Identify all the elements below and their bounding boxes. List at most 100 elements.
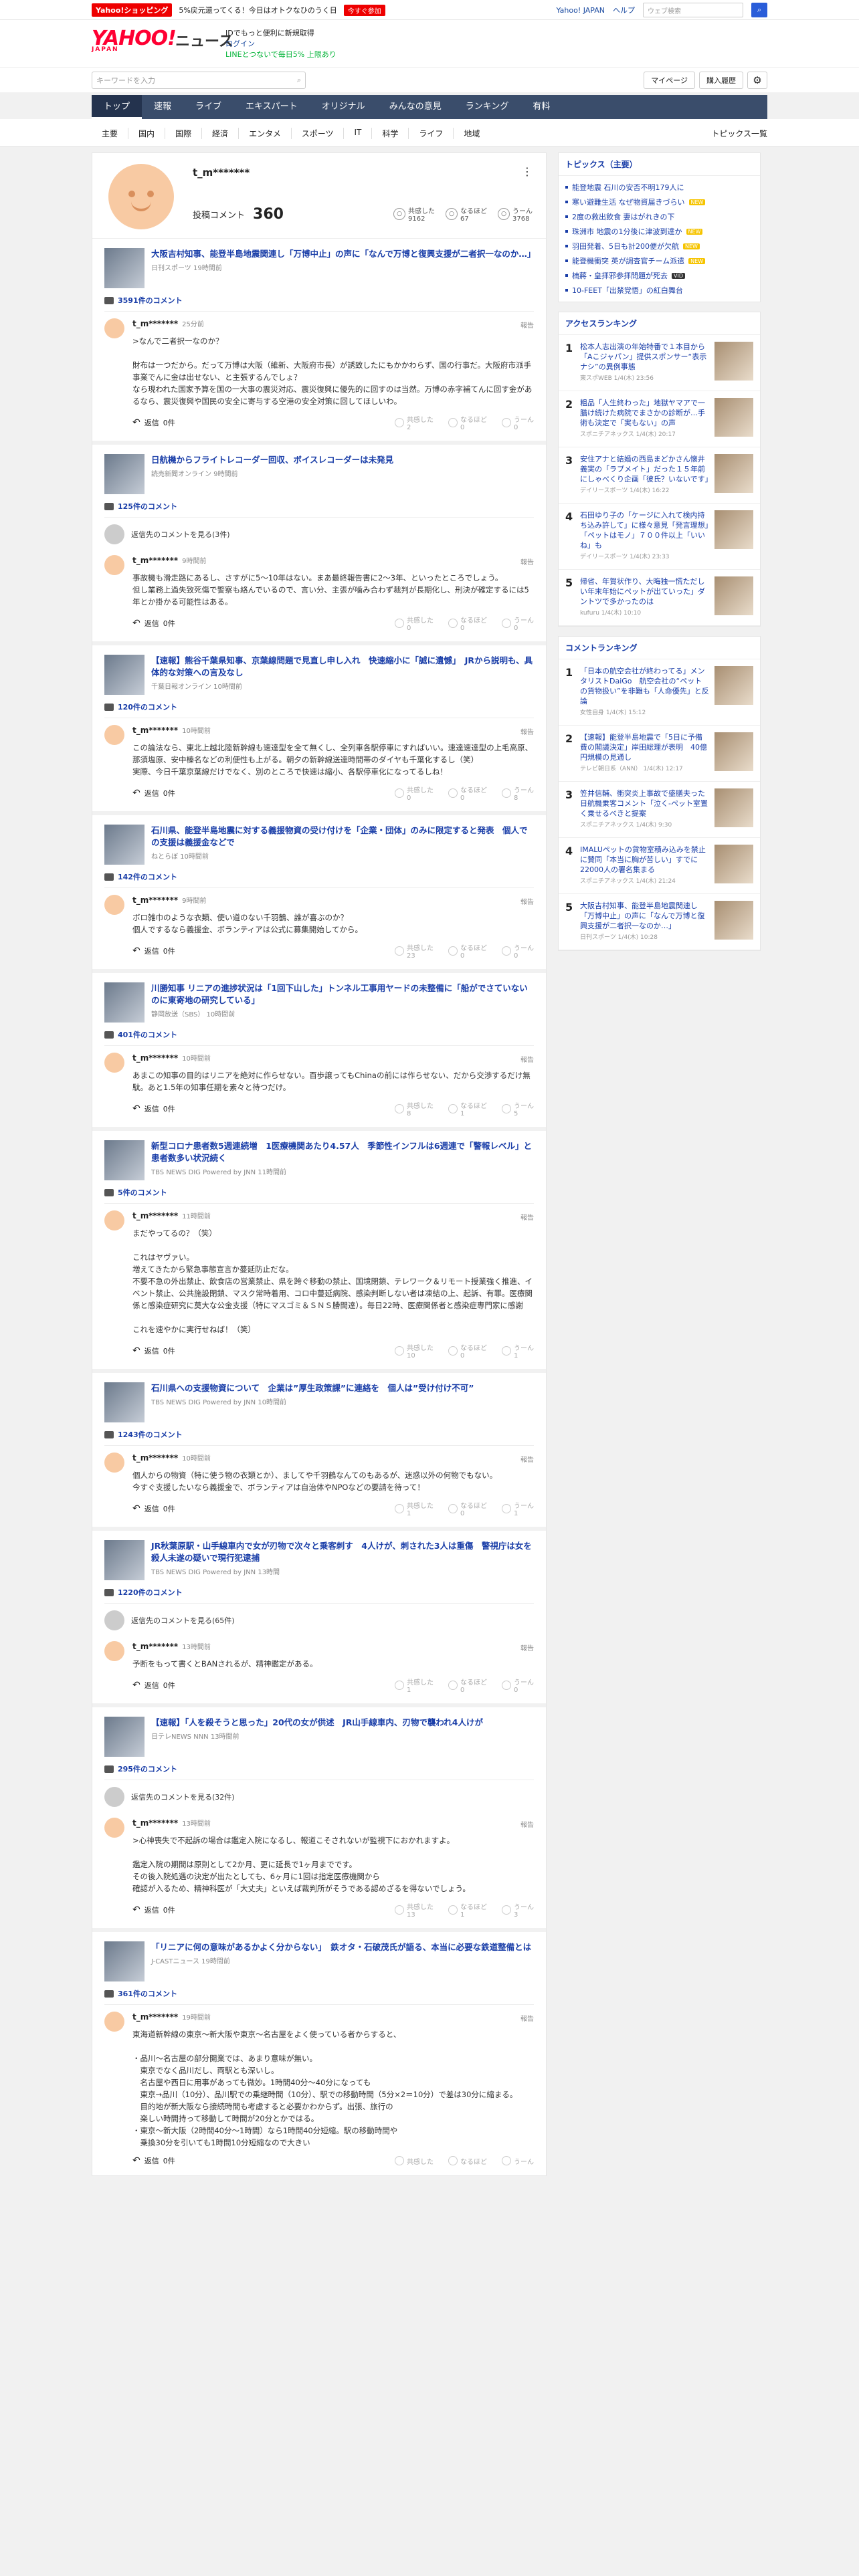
rank-title[interactable]: 「日本の航空会社が終わってる」メンタリストDaiGo 航空会社の“ペットの貨物扱… xyxy=(580,666,709,706)
comment-count-text[interactable]: 1220件のコメント xyxy=(118,1587,183,1598)
report-link[interactable]: 報告 xyxy=(520,1054,534,1064)
reply-button[interactable]: ↶ 返信 0件 xyxy=(132,946,175,956)
category-tab-1[interactable]: 国内 xyxy=(128,127,166,139)
id-register-link[interactable]: IDでもっと便利に新規取得 xyxy=(225,28,337,39)
topic-item[interactable]: 2度の救出飲食 妻はがれきの下 xyxy=(559,209,760,224)
comment-count-text[interactable]: 1243件のコメント xyxy=(118,1429,183,1440)
rank-title[interactable]: 石田ゆり子の「ケージに入れて検内持ち込み許して」に様々意見「発言理想」「ペットは… xyxy=(580,510,709,550)
category-tab-3[interactable]: 経済 xyxy=(202,127,240,139)
rank-title[interactable]: 【速報】能登半島地震で「5日に予備費の閣議決定」岸田総理が表明 40億円規模の見… xyxy=(580,732,709,762)
comment-count-link[interactable]: 3591件のコメント xyxy=(104,295,534,312)
topic-title[interactable]: 2度の救出飲食 妻はがれきの下 xyxy=(572,211,675,222)
reply-parent-text[interactable]: 返信先のコメントを見る(65件) xyxy=(131,1615,235,1626)
nav-tab-5[interactable]: みんなの意見 xyxy=(377,95,454,119)
reply-parent-link[interactable]: 返信先のコメントを見る(65件) xyxy=(104,1604,534,1634)
article-thumbnail[interactable] xyxy=(104,1540,145,1580)
topic-title[interactable]: 羽田発着、5日も計200便が欠航 xyxy=(572,241,679,251)
yahoo-logo[interactable]: YAHOO! JAPAN xyxy=(92,27,177,53)
ranking-item[interactable]: 2 粗品「人生終わった」地獄ヤマアで一膳け続けた病院でまさかの診断が…手術も決定で… xyxy=(559,391,760,447)
mypage-button[interactable]: マイページ xyxy=(644,72,695,89)
vote-button[interactable]: うーん 0 xyxy=(502,414,534,431)
topic-title[interactable]: 珠洲市 地震の1分後に津波到達か xyxy=(572,226,682,237)
login-link[interactable]: ログイン xyxy=(225,39,337,49)
report-link[interactable]: 報告 xyxy=(520,556,534,566)
topic-item[interactable]: 能登地震 石川の安否不明179人に xyxy=(559,180,760,195)
rank-thumbnail[interactable] xyxy=(714,732,753,771)
rank-thumbnail[interactable] xyxy=(714,576,753,615)
nav-tab-4[interactable]: オリジナル xyxy=(310,95,377,119)
article-header[interactable]: JR秋葉原駅・山手線車内で女が刃物で次々と乗客刺す 4人けが、刺された3人は重傷… xyxy=(104,1540,534,1580)
vote-button[interactable]: うーん 5 xyxy=(502,1100,534,1117)
promo-text[interactable]: 5%戻元還ってくる！今日はオトクなひのうく日 xyxy=(179,5,337,15)
vote-button[interactable]: うーん 0 xyxy=(502,1677,534,1694)
article-header[interactable]: 石川県への支援物資について 企業は”厚生政策課”に連絡を 個人は”受け付け不可”… xyxy=(104,1382,534,1422)
rank-thumbnail[interactable] xyxy=(714,510,753,549)
topic-item[interactable]: 珠洲市 地震の1分後に津波到達か NEW xyxy=(559,224,760,239)
topic-title[interactable]: 寒い避難生活 なぜ物資届きづらい xyxy=(572,197,685,207)
rank-thumbnail[interactable] xyxy=(714,342,753,381)
rank-thumbnail[interactable] xyxy=(714,398,753,437)
ranking-item[interactable]: 1 「日本の航空会社が終わってる」メンタリストDaiGo 航空会社の“ペットの貨物… xyxy=(559,659,760,726)
vote-button[interactable]: うーん xyxy=(502,2156,534,2166)
vote-button[interactable]: 共感した 23 xyxy=(395,942,434,960)
article-header[interactable]: 川勝知事 リニアの進捗状況は「1回下山した」トンネル工事用ヤードの未整備に「船が… xyxy=(104,982,534,1023)
comment-count-link[interactable]: 401件のコメント xyxy=(104,1029,534,1046)
topic-title[interactable]: 能登機衝突 英が調査官チーム派遣 xyxy=(572,255,684,266)
shopping-logo[interactable]: Yahoo!ショッピング xyxy=(92,3,173,17)
rank-thumbnail[interactable] xyxy=(714,901,753,940)
vote-button[interactable]: 共感した 10 xyxy=(395,1342,434,1360)
rank-title[interactable]: 帰省、年賀状作り、大晦独一慌ただしい年末年始にペットが出ていった」ダントツで多か… xyxy=(580,576,709,607)
ranking-item[interactable]: 5 大阪吉村知事、能登半島地震関連し「万博中止」の声に「なんで万博と復興支援が二者… xyxy=(559,894,760,950)
rank-title[interactable]: 松本人志出演の年始特番で１本目から「Aこジャパン」提供スポンサー“表示ナシ”の異… xyxy=(580,342,709,372)
topic-title[interactable]: 10-FEET「出禁覚悟」の紅白舞台 xyxy=(572,285,683,296)
rank-thumbnail[interactable] xyxy=(714,788,753,827)
keyword-search-input[interactable]: キーワードを入力 ⌕ xyxy=(92,72,306,89)
article-header[interactable]: 【速報】熊谷千葉県知事、京葉線問題で見直し申し入れ 快速縮小に「誠に遺憾」 JR… xyxy=(104,655,534,695)
comment-count-link[interactable]: 361件のコメント xyxy=(104,1988,534,2005)
article-title[interactable]: 大阪吉村知事、能登半島地震関連し「万博中止」の声に「なんで万博と復興支援が二者択… xyxy=(151,248,535,260)
article-title[interactable]: 石川県、能登半島地震に対する義援物資の受け付けを「企業・団体」のみに限定すると発… xyxy=(151,825,534,849)
rank-thumbnail[interactable] xyxy=(714,666,753,705)
comment-count-link[interactable]: 142件のコメント xyxy=(104,871,534,888)
topic-item[interactable]: 寒い避難生活 なぜ物資届きづらい NEW xyxy=(559,195,760,209)
web-search-button[interactable]: ⌕ xyxy=(751,3,767,17)
reply-parent-link[interactable]: 返信先のコメントを見る(3件) xyxy=(104,518,534,548)
rank-thumbnail[interactable] xyxy=(714,454,753,493)
report-link[interactable]: 報告 xyxy=(520,2013,534,2023)
article-thumbnail[interactable] xyxy=(104,1382,145,1422)
comment-count-text[interactable]: 401件のコメント xyxy=(118,1029,177,1040)
article-thumbnail[interactable] xyxy=(104,825,145,865)
comment-count-text[interactable]: 120件のコメント xyxy=(118,702,177,712)
comment-count-link[interactable]: 1220件のコメント xyxy=(104,1587,534,1604)
report-link[interactable]: 報告 xyxy=(520,1642,534,1652)
topic-item[interactable]: 羽田発着、5日も計200便が欠航 NEW xyxy=(559,239,760,253)
comment-count-link[interactable]: 1243件のコメント xyxy=(104,1429,534,1446)
ranking-item[interactable]: 3 笠井信輔、衝突炎上事故で盛膳夫った日航機乗客コメント「泣く-ペット室置く乗せる… xyxy=(559,782,760,838)
article-header[interactable]: 石川県、能登半島地震に対する義援物資の受け付けを「企業・団体」のみに限定すると発… xyxy=(104,825,534,865)
ranking-item[interactable]: 3 安住アナと結婚の西島まどかさん懐井義実の「ラプメイト」だった１５年前にしゃべく… xyxy=(559,447,760,504)
vote-button[interactable]: なるほど 0 xyxy=(448,414,487,431)
report-link[interactable]: 報告 xyxy=(520,320,534,330)
rank-title[interactable]: 安住アナと結婚の西島まどかさん懐井義実の「ラプメイト」だった１５年前にしゃべくり… xyxy=(580,454,712,484)
vote-button[interactable]: うーん 1 xyxy=(502,1500,534,1517)
promo-badge[interactable]: 今すぐ参加 xyxy=(343,4,385,16)
article-header[interactable]: 新型コロナ患者数5週連続増 1医療機関あたり4.57人 季節性インフルは6週連で… xyxy=(104,1140,534,1180)
rank-title[interactable]: 大阪吉村知事、能登半島地震関連し「万博中止」の声に「なんで万博と復興支援が二者択… xyxy=(580,901,709,931)
article-thumbnail[interactable] xyxy=(104,454,145,494)
vote-button[interactable]: 共感した 1 xyxy=(395,1500,434,1517)
vote-button[interactable]: 共感した 1 xyxy=(395,1677,434,1694)
category-tab-8[interactable]: ライフ xyxy=(409,127,454,139)
report-link[interactable]: 報告 xyxy=(520,896,534,906)
article-thumbnail[interactable] xyxy=(104,982,145,1023)
vote-button[interactable]: 共感した 0 xyxy=(395,784,434,802)
comment-count-text[interactable]: 361件のコメント xyxy=(118,1988,177,1999)
reply-parent-text[interactable]: 返信先のコメントを見る(32件) xyxy=(131,1792,235,1802)
reply-button[interactable]: ↶ 返信 0件 xyxy=(132,2155,175,2166)
purchase-history-button[interactable]: 購入履歴 xyxy=(699,72,743,89)
gear-icon[interactable]: ⚙ xyxy=(747,72,767,89)
vote-button[interactable]: うーん 8 xyxy=(502,784,534,802)
report-link[interactable]: 報告 xyxy=(520,1454,534,1464)
comment-count-text[interactable]: 3591件のコメント xyxy=(118,295,183,306)
article-header[interactable]: 「リニアに何の意味があるかよく分からない」 鉄オタ・石破茂氏が語る、本当に必要な… xyxy=(104,1941,534,1981)
comment-count-text[interactable]: 125件のコメント xyxy=(118,501,177,512)
